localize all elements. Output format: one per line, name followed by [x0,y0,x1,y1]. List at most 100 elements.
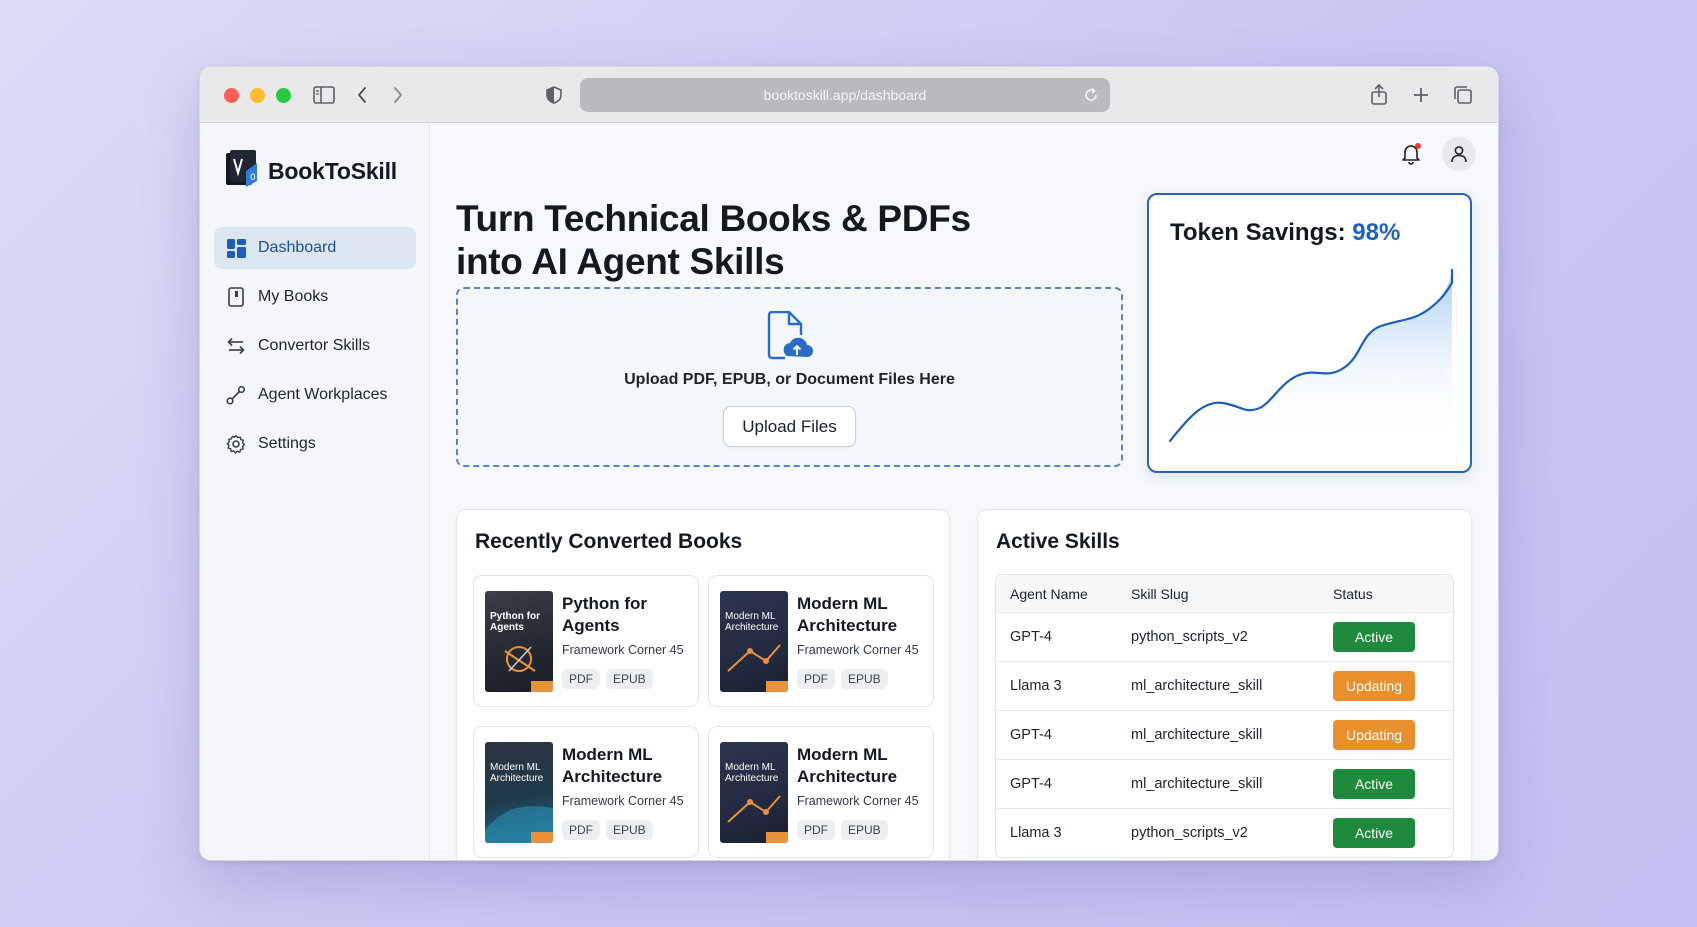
book-card[interactable]: Python for Agents Python for Agents Fram… [473,575,699,707]
book-publisher: Framework Corner 45 [797,794,919,808]
dashboard-grid-icon [226,238,246,258]
token-savings-sparkline [1168,268,1454,443]
user-avatar-icon[interactable] [1442,137,1476,171]
token-savings-card: Token Savings: 98% [1147,193,1472,473]
brand-name: BookToSkill [268,158,397,184]
book-title: Python for Agents [562,594,647,635]
sidebar-item-label: Agent Workplaces [258,386,388,403]
page-title: Turn Technical Books & PDFs into AI Agen… [456,197,1016,283]
skill-slug-cell: python_scripts_v2 [1131,629,1248,645]
format-tag-pdf: PDF [562,820,600,840]
minimize-window-button[interactable] [250,88,265,103]
tab-overview-icon[interactable] [1451,83,1475,107]
book-publisher: Framework Corner 45 [797,643,919,657]
url-text: booktoskill.app/dashboard [763,87,927,103]
close-window-button[interactable] [224,88,239,103]
upload-prompt: Upload PDF, EPUB, or Document Files Here [624,371,955,388]
sidebar: 0 BookToSkill Dashboard My Books Convert… [200,123,430,860]
cover-art [504,646,553,692]
table-row[interactable]: Llama 3 python_scripts_v2 Active [996,808,1453,857]
back-icon[interactable] [350,83,374,107]
sidebar-item-dashboard[interactable]: Dashboard [214,227,416,269]
column-header-agent: Agent Name [1010,585,1088,602]
format-tag-epub: EPUB [841,820,888,840]
table-row[interactable]: GPT-4 ml_architecture_skill Active [996,759,1453,808]
notification-bell-icon[interactable] [1394,137,1428,171]
status-badge: Active [1333,769,1415,799]
column-header-slug: Skill Slug [1131,585,1189,602]
link-nodes-icon [226,385,246,405]
cover-art [485,806,553,843]
gear-icon [226,434,246,454]
sidebar-item-agent-workplaces[interactable]: Agent Workplaces [214,374,416,416]
format-tag-pdf: PDF [797,669,835,689]
status-badge: Updating [1333,720,1415,750]
cover-art [727,644,788,692]
table-row[interactable]: GPT-4 python_scripts_v2 Active [996,612,1453,661]
sparkline-area [1170,270,1453,441]
upload-files-button[interactable]: Upload Files [723,406,856,447]
table-header-row: Agent Name Skill Slug Status [996,575,1453,612]
share-icon[interactable] [1367,83,1391,107]
agent-name-cell: GPT-4 [1010,629,1052,645]
skill-slug-cell: ml_architecture_skill [1131,727,1263,743]
book-cover: Modern ML Architecture [720,591,788,692]
shield-icon[interactable] [542,83,566,107]
file-upload-icon [765,310,813,368]
sidebar-item-label: Settings [258,435,316,452]
table-row[interactable]: Llama 3 ml_architecture_skill Updating [996,661,1453,710]
table-row[interactable]: GPT-4 ml_architecture_skill Updating [996,710,1453,759]
sidebar-item-label: Dashboard [258,239,337,256]
reload-icon[interactable] [1080,84,1102,106]
sidebar-item-my-books[interactable]: My Books [214,276,416,318]
zoom-window-button[interactable] [276,88,291,103]
skills-table: Agent Name Skill Slug Status GPT-4 pytho… [995,574,1454,858]
skill-slug-cell: python_scripts_v2 [1131,825,1248,841]
cover-art [727,795,788,843]
agent-name-cell: GPT-4 [1010,776,1052,792]
status-badge: Active [1333,622,1415,652]
recent-books-title: Recently Converted Books [475,530,743,553]
book-publisher: Framework Corner 45 [562,643,684,657]
format-tag-pdf: PDF [562,669,600,689]
book-card[interactable]: Modern ML Architecture Modern ML Archite… [708,726,934,858]
format-tag-epub: EPUB [606,669,653,689]
format-tag-pdf: PDF [797,820,835,840]
upload-dropzone[interactable]: Upload PDF, EPUB, or Document Files Here… [456,287,1123,467]
page-title-line1: Turn Technical Books & PDFs [456,198,971,239]
brand-logo[interactable]: 0 BookToSkill [224,149,397,194]
book-cover: Modern ML Architecture [485,742,553,843]
active-skills-title: Active Skills [996,530,1120,553]
column-header-status: Status [1333,585,1373,602]
notification-dot [1415,143,1421,149]
sidebar-nav: Dashboard My Books Convertor Skills Agen… [214,227,416,472]
sidebar-item-settings[interactable]: Settings [214,423,416,465]
book-cover: Python for Agents [485,591,553,692]
book-title: Modern ML Architecture [797,594,898,635]
browser-toolbar: booktoskill.app/dashboard [200,67,1498,123]
book-card[interactable]: Modern ML Architecture Modern ML Archite… [708,575,934,707]
book-card[interactable]: Modern ML Architecture Modern ML Archite… [473,726,699,858]
address-bar[interactable]: booktoskill.app/dashboard [580,78,1110,112]
status-badge: Active [1333,818,1415,848]
page-title-line2: into AI Agent Skills [456,241,785,282]
format-tag-epub: EPUB [841,669,888,689]
new-tab-icon[interactable] [1409,83,1433,107]
book-cover: Modern ML Architecture [720,742,788,843]
book-logo-icon: 0 [224,149,260,194]
book-title: Modern ML Architecture [562,745,663,786]
sidebar-item-label: My Books [258,288,329,305]
agent-name-cell: GPT-4 [1010,727,1052,743]
agent-name-cell: Llama 3 [1010,678,1062,694]
sidebar-item-convertor-skills[interactable]: Convertor Skills [214,325,416,367]
status-badge: Updating [1333,671,1415,701]
browser-window: booktoskill.app/dashboard 0 BookToSkill … [199,66,1499,861]
skill-slug-cell: ml_architecture_skill [1131,678,1263,694]
recent-books-card: Recently Converted Books Python for Agen… [456,509,950,860]
book-title: Modern ML Architecture [797,745,898,786]
format-tag-epub: EPUB [606,820,653,840]
forward-icon[interactable] [386,83,410,107]
agent-name-cell: Llama 3 [1010,825,1062,841]
sidebar-toggle-icon[interactable] [312,83,336,107]
svg-text:0: 0 [250,173,256,183]
